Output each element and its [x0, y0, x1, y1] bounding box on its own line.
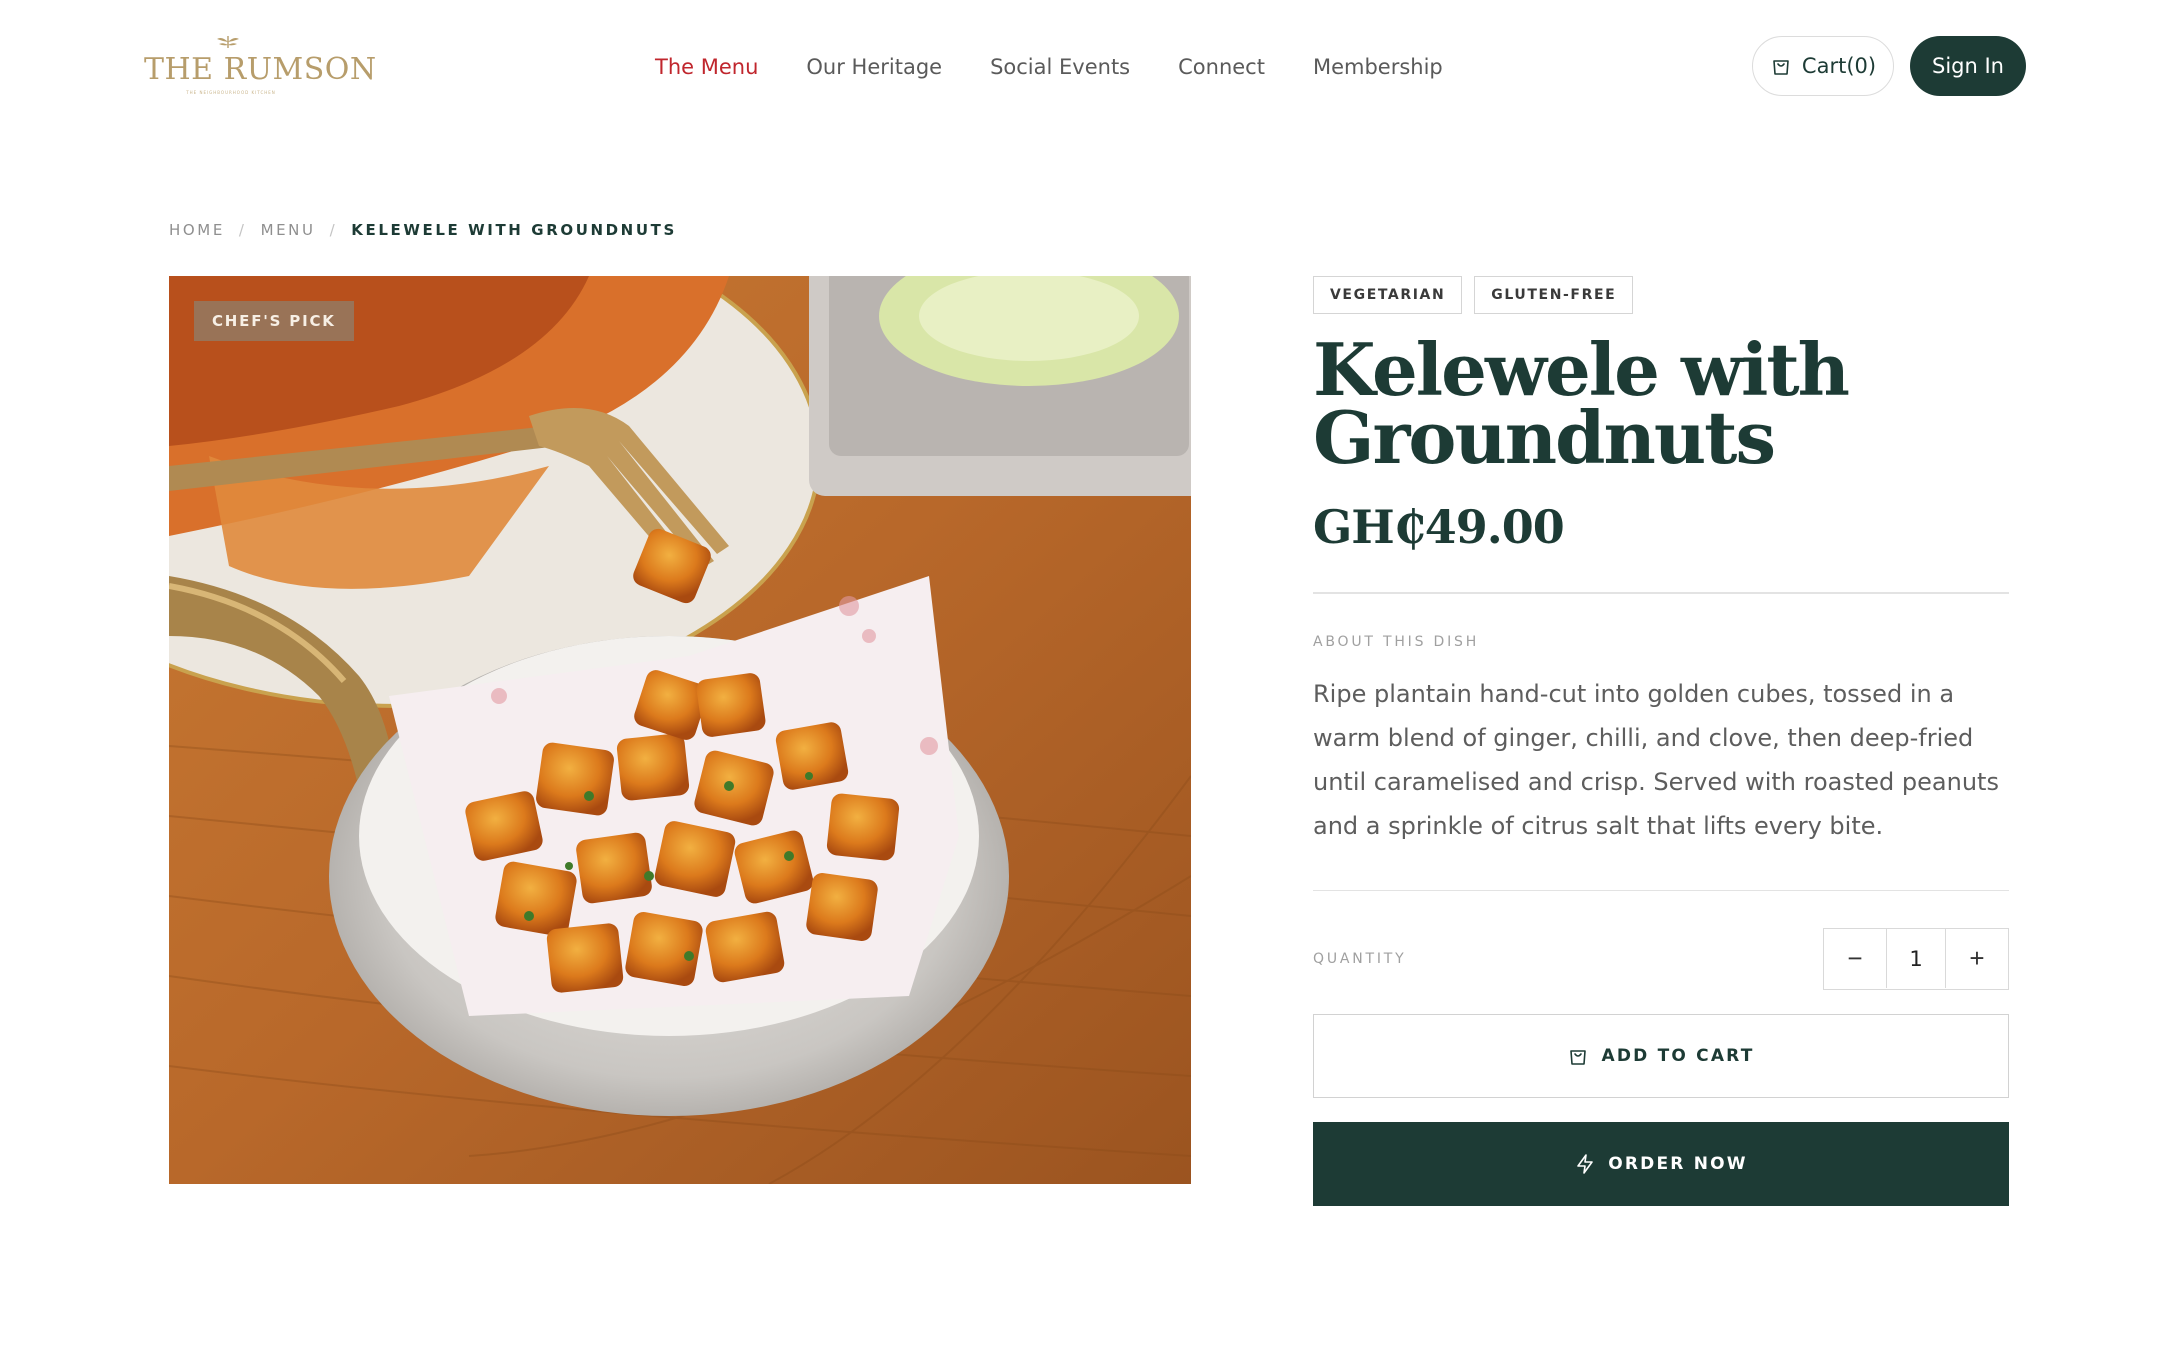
breadcrumb-current: KELEWELE WITH GROUNDNUTS: [351, 221, 677, 239]
shopping-bag-icon: [1567, 1045, 1589, 1067]
minus-icon: −: [1847, 943, 1863, 973]
kelewele-photo: [169, 276, 1191, 1184]
product-image: CHEF'S PICK: [169, 276, 1191, 1184]
product-description: Ripe plantain hand-cut into golden cubes…: [1313, 679, 1999, 840]
order-now-button[interactable]: ORDER NOW: [1313, 1122, 2009, 1206]
nav-item-social-events[interactable]: Social Events: [990, 55, 1130, 79]
product-details: VEGETARIAN GLUTEN-FREE Kelewele with Gro…: [1313, 276, 2009, 1206]
quantity-label: QUANTITY: [1313, 951, 1407, 967]
product-title-line-2: Groundnuts: [1313, 395, 1776, 480]
nav-item-connect[interactable]: Connect: [1178, 55, 1265, 79]
nav-item-membership[interactable]: Membership: [1313, 55, 1443, 79]
product-price: GH₵49.00: [1313, 500, 1565, 554]
add-to-cart-label: ADD TO CART: [1601, 1046, 1755, 1066]
breadcrumb-separator: /: [238, 221, 247, 239]
shopping-bag-icon: [1770, 55, 1792, 77]
increment-button[interactable]: +: [1946, 929, 2008, 988]
nav-item-the-menu[interactable]: The Menu: [655, 55, 758, 79]
quantity-value[interactable]: 1: [1886, 929, 1946, 988]
brand-logo[interactable]: THE RUMSON THE NEIGHBOURHOOD KITCHEN: [144, 34, 377, 100]
tag-gluten-free: GLUTEN-FREE: [1474, 276, 1634, 314]
plus-icon: +: [1969, 943, 1985, 973]
divider: [1313, 592, 2009, 594]
brand-tagline: THE NEIGHBOURHOOD KITCHEN: [186, 90, 276, 95]
cart-button[interactable]: Cart(0): [1752, 36, 1894, 96]
leaf-crest-icon: [214, 34, 242, 50]
about-label: ABOUT THIS DISH: [1313, 633, 1480, 650]
brand-name: THE RUMSON: [144, 52, 377, 87]
breadcrumb: HOME / MENU / KELEWELE WITH GROUNDNUTS: [169, 218, 677, 242]
cart-label: Cart(0): [1801, 54, 1877, 78]
quantity-row: QUANTITY − 1 +: [1313, 928, 2009, 990]
breadcrumb-home[interactable]: HOME: [169, 221, 225, 239]
tag-vegetarian: VEGETARIAN: [1313, 276, 1463, 314]
dietary-tags: VEGETARIAN GLUTEN-FREE: [1313, 276, 2009, 314]
main-nav: The Menu Our Heritage Social Events Conn…: [655, 52, 1443, 82]
divider: [1313, 889, 2009, 891]
decrement-button[interactable]: −: [1824, 929, 1886, 988]
sign-in-button[interactable]: Sign In: [1910, 36, 2026, 96]
site-header: THE RUMSON THE NEIGHBOURHOOD KITCHEN The…: [0, 0, 2160, 134]
breadcrumb-separator: /: [329, 221, 338, 239]
breadcrumb-menu[interactable]: MENU: [261, 221, 316, 239]
add-to-cart-button[interactable]: ADD TO CART: [1313, 1014, 2009, 1098]
product-title: Kelewele with Groundnuts: [1313, 334, 2009, 474]
nav-item-our-heritage[interactable]: Our Heritage: [806, 55, 942, 79]
quantity-stepper: − 1 +: [1823, 928, 2009, 990]
lightning-icon: [1574, 1153, 1596, 1175]
order-now-label: ORDER NOW: [1608, 1154, 1748, 1174]
chefs-pick-badge: CHEF'S PICK: [194, 301, 354, 341]
